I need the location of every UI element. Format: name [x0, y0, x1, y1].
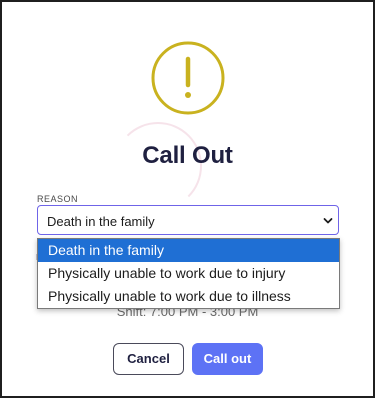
cancel-button[interactable]: Cancel: [113, 343, 184, 375]
dialog-title: Call Out: [142, 142, 233, 169]
reason-label: REASON: [37, 194, 79, 204]
reason-select-value: Death in the family: [47, 214, 155, 229]
reason-option-illness[interactable]: Physically unable to work due to illness: [38, 285, 339, 308]
exclamation-circle-icon: [151, 41, 225, 115]
reason-option-death-in-family[interactable]: Death in the family: [38, 239, 339, 262]
reason-dropdown-list: Death in the family Physically unable to…: [37, 238, 340, 309]
call-out-button[interactable]: Call out: [192, 343, 263, 375]
reason-option-injury[interactable]: Physically unable to work due to injury: [38, 262, 339, 285]
chevron-down-icon: [323, 218, 333, 224]
reason-select[interactable]: Death in the family: [37, 205, 339, 235]
call-out-dialog: Call Out REASON Death in the family Shif…: [0, 0, 375, 398]
